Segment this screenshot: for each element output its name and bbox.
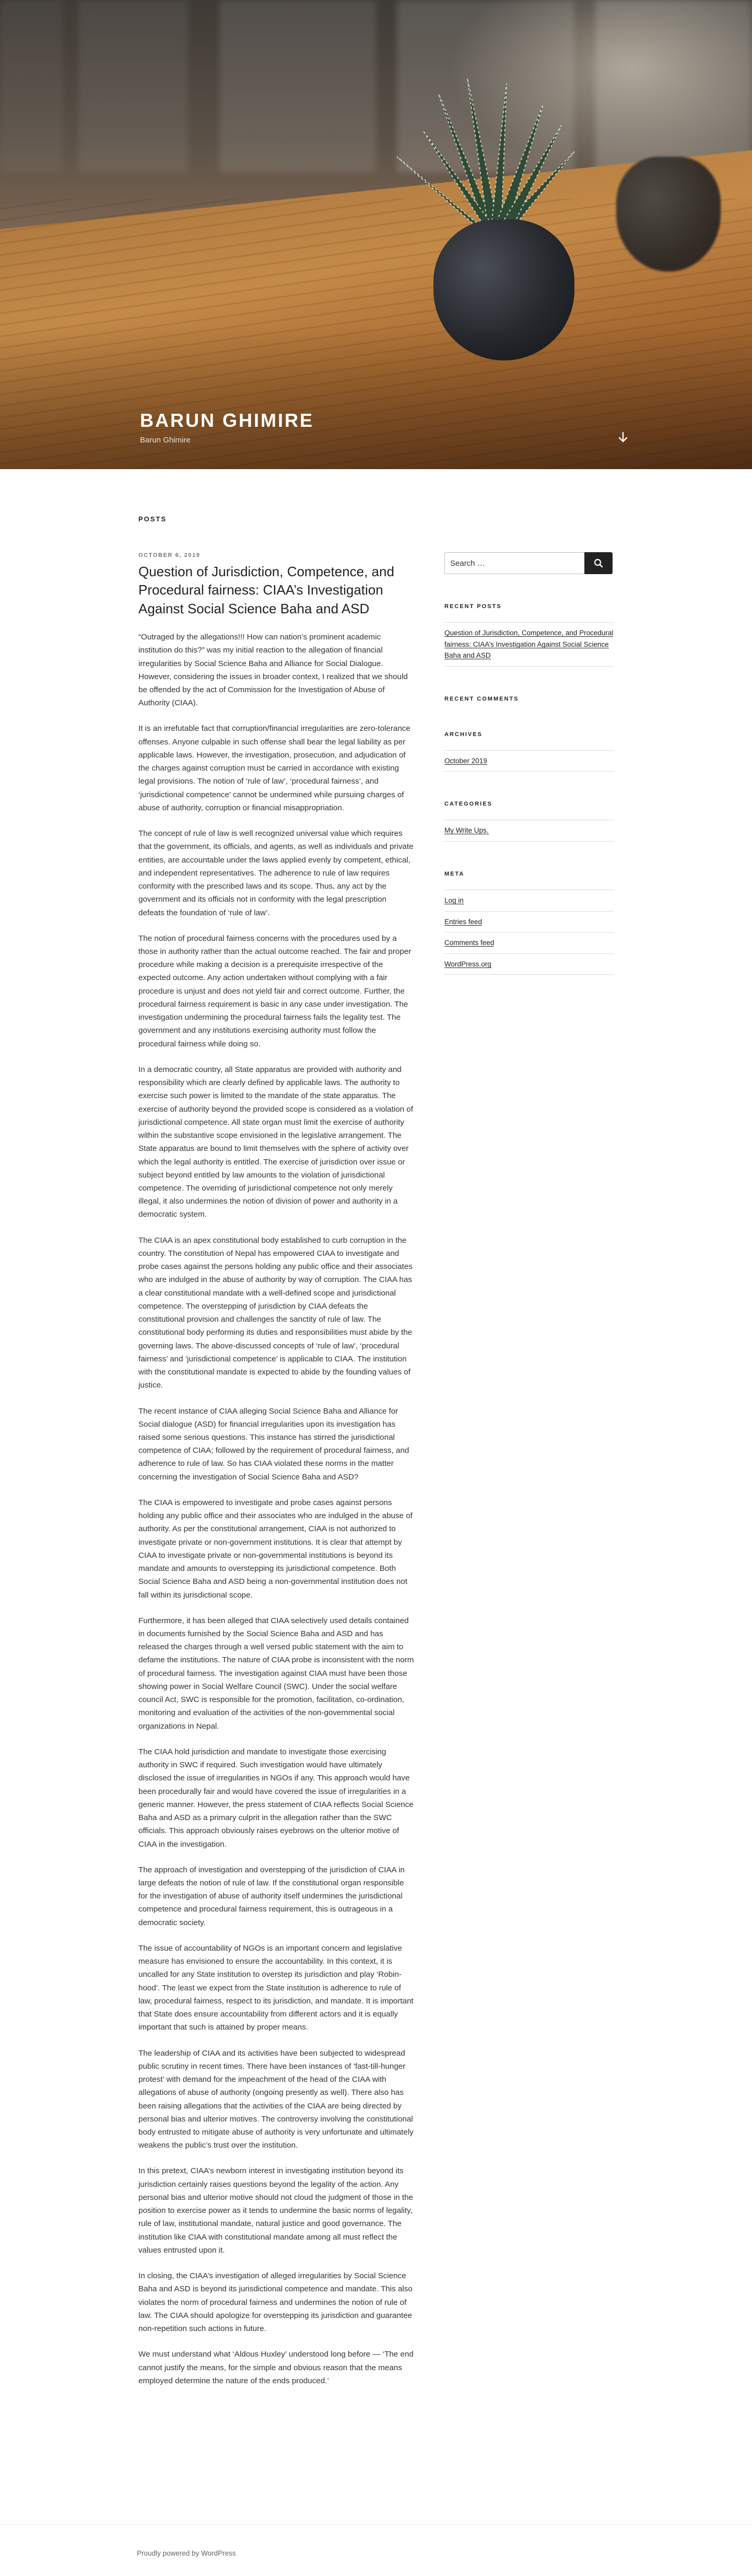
list-item: My Write Ups. xyxy=(444,820,614,842)
footer-credit-link[interactable]: Proudly powered by WordPress xyxy=(137,2549,236,2557)
header-background-shade xyxy=(0,324,752,469)
widget-categories: Categories My Write Ups. xyxy=(444,801,614,842)
search-submit-button[interactable] xyxy=(584,552,613,574)
widget-title-recent-posts: Recent Posts xyxy=(444,603,502,610)
post-paragraph: The CIAA is empowered to investigate and… xyxy=(138,1498,413,1600)
content-wrap: Posts October 6, 2019 Question of Jurisd… xyxy=(138,515,614,2387)
post-paragraph: “Outraged by the allegations!!! How can … xyxy=(138,633,408,708)
post-paragraph: The recent instance of CIAA alleging Soc… xyxy=(138,1406,409,1482)
list-item: Entries feed xyxy=(444,911,614,933)
categories-list: My Write Ups. xyxy=(444,820,614,842)
category-link[interactable]: My Write Ups. xyxy=(444,826,489,834)
widget-recent-posts: Recent Posts Question of Jurisdiction, C… xyxy=(444,603,614,667)
widget-title-recent-comments: Recent Comments xyxy=(444,695,519,702)
search-form xyxy=(444,552,614,574)
site-header: Barun Ghimire Barun Ghimire xyxy=(0,0,752,469)
widget-archives: Archives October 2019 xyxy=(444,731,614,772)
content-area: October 6, 2019 Question of Jurisdiction… xyxy=(138,552,614,2387)
scroll-down-arrow-icon[interactable] xyxy=(616,432,630,445)
site-description: Barun Ghimire xyxy=(140,436,191,445)
widget-title-categories: Categories xyxy=(444,801,492,808)
site-branding: Barun Ghimire Barun Ghimire xyxy=(140,410,314,445)
page-title: Posts xyxy=(138,515,167,523)
search-icon xyxy=(594,558,603,568)
post-paragraph: The CIAA is an apex constitutional body … xyxy=(138,1235,413,1390)
widget-meta: Meta Log in Entries feed Comments feed W… xyxy=(444,871,614,975)
post-paragraph: The approach of investigation and overst… xyxy=(138,1865,405,1927)
widget-recent-comments: Recent Comments xyxy=(444,696,614,702)
sidebar: Recent Posts Question of Jurisdiction, C… xyxy=(444,552,614,2387)
post-date-link[interactable]: October 6, 2019 xyxy=(138,552,201,558)
archive-link[interactable]: October 2019 xyxy=(444,757,487,765)
post-paragraph: We must understand what ‘Aldous Huxley’ … xyxy=(138,2350,414,2385)
post-date: October 6, 2019 xyxy=(138,552,414,558)
header-background-pot-secondary xyxy=(616,157,721,272)
post-paragraph: The issue of accountability of NGOs is a… xyxy=(138,1943,414,2032)
meta-link-comments-feed[interactable]: Comments feed xyxy=(444,939,494,947)
recent-posts-list: Question of Jurisdiction, Competence, an… xyxy=(444,622,614,667)
post-content: “Outraged by the allegations!!! How can … xyxy=(138,631,414,2387)
search-input[interactable] xyxy=(444,552,585,574)
list-item: Question of Jurisdiction, Competence, an… xyxy=(444,622,614,667)
post-paragraph: In this pretext, CIAA’s newborn interest… xyxy=(138,2166,413,2255)
site-content: Posts October 6, 2019 Question of Jurisd… xyxy=(0,469,752,2387)
post-paragraph: In closing, the CIAA’s investigation of … xyxy=(138,2271,413,2334)
arrow-down-icon xyxy=(618,432,628,442)
post-title: Question of Jurisdiction, Competence, an… xyxy=(138,563,414,618)
list-item: Log in xyxy=(444,889,614,911)
meta-list: Log in Entries feed Comments feed WordPr… xyxy=(444,889,614,975)
list-item: October 2019 xyxy=(444,750,614,772)
post-paragraph: The notion of procedural fairness concer… xyxy=(138,934,412,1048)
post-article: October 6, 2019 Question of Jurisdiction… xyxy=(138,552,414,2387)
meta-link-log-in[interactable]: Log in xyxy=(444,896,464,904)
list-item: WordPress.org xyxy=(444,953,614,975)
post-paragraph: The CIAA hold jurisdiction and mandate t… xyxy=(138,1747,414,1849)
site-title-link[interactable]: Barun Ghimire xyxy=(140,410,314,431)
post-paragraph: The leadership of CIAA and its activitie… xyxy=(138,2048,414,2150)
post-paragraph: In a democratic country, all State appar… xyxy=(138,1065,413,1219)
list-item: Comments feed xyxy=(444,932,614,953)
meta-link-entries-feed[interactable]: Entries feed xyxy=(444,918,482,926)
post-paragraph: The concept of rule of law is well recog… xyxy=(138,829,414,917)
header-plant-leaves xyxy=(396,78,575,234)
meta-link-wordpress[interactable]: WordPress.org xyxy=(444,960,491,968)
archives-list: October 2019 xyxy=(444,750,614,772)
recent-post-link[interactable]: Question of Jurisdiction, Competence, an… xyxy=(444,629,613,659)
widget-title-meta: Meta xyxy=(444,870,465,877)
post-paragraph: It is an irrefutable fact that corruptio… xyxy=(138,724,410,812)
post-title-link[interactable]: Question of Jurisdiction, Competence, an… xyxy=(138,564,394,616)
site-info: Proudly powered by WordPress xyxy=(137,2549,236,2557)
primary-content: October 6, 2019 Question of Jurisdiction… xyxy=(138,552,414,2387)
post-paragraph: Furthermore, it has been alleged that CI… xyxy=(138,1616,414,1731)
site-footer: Proudly powered by WordPress xyxy=(0,2524,752,2576)
widget-title-archives: Archives xyxy=(444,731,483,738)
